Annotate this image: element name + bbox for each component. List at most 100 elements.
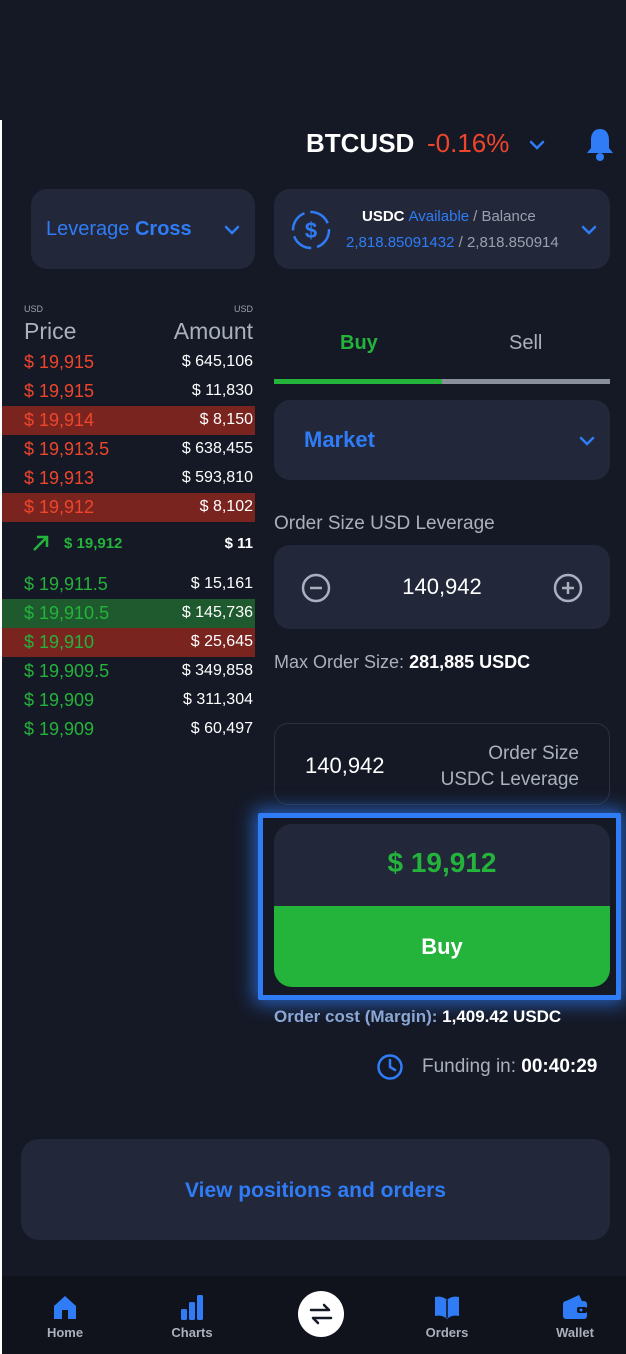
order-size-label: Order Size USD Leverage bbox=[274, 513, 495, 534]
buy-price: $ 19,912 bbox=[387, 847, 497, 878]
available-value: 2,818.85091432 bbox=[346, 234, 455, 251]
market-symbol[interactable]: BTCUSD bbox=[306, 128, 414, 159]
bid-price: $ 19,909 bbox=[24, 719, 95, 739]
available-label: Available bbox=[408, 208, 470, 225]
chevron-down-icon[interactable] bbox=[528, 136, 546, 154]
wallet-icon bbox=[563, 1295, 587, 1319]
max-order-size: Max Order Size: 281,885 USDC bbox=[274, 652, 530, 673]
bid-row[interactable]: $ 19,911.5 $ 15,161 bbox=[2, 570, 255, 599]
tab-sell[interactable]: Sell bbox=[509, 332, 542, 355]
bar-chart-icon bbox=[181, 1295, 203, 1320]
ask-row[interactable]: $ 19,914 $ 8,150 bbox=[2, 406, 255, 435]
nav-charts-label: Charts bbox=[171, 1325, 213, 1340]
nav-orders[interactable]: Orders bbox=[407, 1293, 487, 1340]
balance-values: 2,818.85091432 / 2,818.850914 bbox=[346, 234, 576, 251]
nav-home-label: Home bbox=[46, 1325, 84, 1340]
plus-circle-icon[interactable] bbox=[552, 572, 584, 604]
bid-price: $ 19,910 bbox=[24, 632, 95, 652]
view-positions-button[interactable]: View positions and orders bbox=[21, 1139, 610, 1240]
bid-price: $ 19,911.5 bbox=[24, 574, 108, 594]
tab-indicator-track bbox=[274, 379, 610, 384]
order-cost-label: Order cost (Margin): bbox=[274, 1007, 438, 1026]
ask-amount: $ 11,830 bbox=[191, 382, 253, 399]
last-trade-amount: $ 11 bbox=[224, 535, 253, 552]
nav-home[interactable]: Home bbox=[25, 1293, 105, 1340]
bid-row[interactable]: $ 19,910.5 $ 145,736 bbox=[2, 599, 255, 628]
ask-row[interactable]: $ 19,913.5 $ 638,455 bbox=[2, 435, 255, 464]
usdc-size-label: Order Size USDC Leverage bbox=[440, 743, 579, 790]
bid-row[interactable]: $ 19,909.5 $ 349,858 bbox=[2, 657, 255, 686]
order-cost-value: 1,409.42 USDC bbox=[442, 1007, 562, 1026]
order-size-stepper: 140,942 bbox=[274, 545, 610, 629]
amount-header: Amount bbox=[173, 318, 253, 344]
price-unit: USD bbox=[24, 304, 44, 314]
funding-timer: Funding in: 00:40:29 bbox=[376, 1052, 616, 1084]
bid-row[interactable]: $ 19,909 $ 311,304 bbox=[2, 686, 255, 715]
ask-amount: $ 638,455 bbox=[181, 440, 253, 457]
funding-label: Funding in: bbox=[422, 1056, 517, 1077]
ask-price: $ 19,914 bbox=[24, 410, 95, 430]
leverage-selector[interactable]: Leverage Cross bbox=[31, 189, 255, 269]
market-header: BTCUSD -0.16% bbox=[0, 120, 626, 170]
balance-value: / 2,818.850914 bbox=[458, 234, 559, 251]
balance-label: / Balance bbox=[473, 208, 536, 225]
ask-amount: $ 593,810 bbox=[181, 469, 253, 486]
tab-buy[interactable]: Buy bbox=[340, 332, 378, 355]
price-header: Price bbox=[24, 318, 77, 344]
svg-text:$: $ bbox=[305, 218, 317, 243]
home-icon bbox=[54, 1296, 76, 1319]
view-positions-label: View positions and orders bbox=[184, 1179, 446, 1202]
bid-price: $ 19,909.5 bbox=[24, 661, 110, 681]
ask-price: $ 19,913.5 bbox=[24, 439, 110, 459]
bottom-nav: Home Charts Orders Wallet bbox=[2, 1276, 626, 1354]
chevron-down-icon bbox=[224, 225, 240, 235]
tab-indicator-active bbox=[274, 379, 442, 384]
leverage-label: Leverage Cross bbox=[46, 218, 192, 240]
nav-charts[interactable]: Charts bbox=[152, 1293, 232, 1340]
bid-row[interactable]: $ 19,909 $ 60,497 bbox=[2, 715, 255, 744]
bell-icon[interactable] bbox=[584, 126, 616, 162]
clock-icon bbox=[377, 1054, 403, 1080]
order-cost: Order cost (Margin): 1,409.42 USDC bbox=[274, 1007, 561, 1027]
nav-wallet-label: Wallet bbox=[556, 1325, 594, 1340]
book-icon bbox=[435, 1296, 459, 1319]
price-change: -0.16% bbox=[427, 128, 510, 158]
nav-trade[interactable] bbox=[298, 1291, 344, 1337]
order-type-value: Market bbox=[304, 427, 375, 452]
order-type-select[interactable]: Market bbox=[274, 400, 610, 480]
chevron-down-icon bbox=[580, 221, 598, 239]
nav-wallet[interactable]: Wallet bbox=[535, 1293, 615, 1340]
bid-amount: $ 60,497 bbox=[190, 720, 253, 737]
chevron-down-icon bbox=[579, 436, 595, 446]
ask-price: $ 19,915 bbox=[24, 352, 95, 372]
ask-row[interactable]: $ 19,915 $ 11,830 bbox=[2, 377, 255, 406]
side-tabs: Buy Sell bbox=[274, 320, 610, 386]
ask-price: $ 19,912 bbox=[24, 497, 95, 517]
order-book-rows: $ 19,915 $ 645,106 $ 19,915 $ 11,830 $ 19,91… bbox=[2, 348, 255, 744]
ask-amount: $ 8,102 bbox=[199, 498, 253, 515]
bid-amount: $ 15,161 bbox=[190, 575, 253, 592]
ask-amount: $ 8,150 bbox=[199, 411, 253, 428]
ask-row[interactable]: $ 19,913 $ 593,810 bbox=[2, 464, 255, 493]
bid-price: $ 19,909 bbox=[24, 690, 95, 710]
max-order-size-label: Max Order Size: bbox=[274, 652, 405, 672]
usdc-size-value: 140,942 bbox=[305, 753, 385, 778]
buy-panel: $ 19,912 Buy bbox=[274, 824, 610, 987]
bid-row[interactable]: $ 19,910 $ 25,645 bbox=[2, 628, 255, 657]
ask-row[interactable]: $ 19,912 $ 8,102 bbox=[2, 493, 255, 522]
bid-amount: $ 349,858 bbox=[181, 662, 253, 679]
ask-row[interactable]: $ 19,915 $ 645,106 bbox=[2, 348, 255, 377]
balance-token: USDC bbox=[362, 208, 405, 225]
bid-amount: $ 145,736 bbox=[181, 604, 253, 621]
ask-price: $ 19,915 bbox=[24, 381, 95, 401]
status-area bbox=[0, 0, 626, 120]
swap-icon bbox=[309, 1303, 333, 1325]
bid-amount: $ 25,645 bbox=[190, 633, 253, 650]
usdc-size-field[interactable]: 140,942 Order Size USDC Leverage bbox=[274, 723, 610, 805]
buy-button[interactable]: Buy bbox=[274, 906, 610, 987]
last-trade-row: $ 19,912 $ 11 bbox=[2, 522, 255, 570]
max-order-size-value: 281,885 USDC bbox=[409, 652, 531, 672]
balance-selector[interactable]: $ USDC Available / Balance 2,818.85091432 … bbox=[274, 189, 610, 269]
ask-price: $ 19,913 bbox=[24, 468, 95, 488]
usdc-coin-icon: $ bbox=[291, 210, 331, 250]
